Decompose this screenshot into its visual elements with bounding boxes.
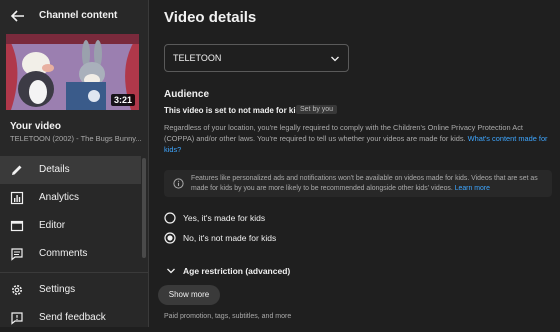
radio-selected-icon[interactable] <box>164 232 176 244</box>
sidebar-divider <box>0 272 148 273</box>
film-icon <box>10 220 24 232</box>
info-icon <box>173 178 184 189</box>
show-more-description: Paid promotion, tags, subtitles, and mor… <box>164 313 292 320</box>
pencil-icon <box>12 165 22 175</box>
radio-label: No, it's not made for kids <box>183 233 277 243</box>
radio-made-for-kids-no[interactable]: No, it's not made for kids <box>164 230 414 246</box>
select-value: TELETOON <box>173 53 222 63</box>
sidebar-item-comments[interactable]: Comments <box>0 240 141 268</box>
radio-label: Yes, it's made for kids <box>183 213 266 223</box>
sidebar-item-label: Details <box>39 164 70 175</box>
back-arrow-icon[interactable] <box>8 6 28 26</box>
playlist-select[interactable]: TELETOON <box>164 44 349 72</box>
sidebar-item-details[interactable]: Details <box>0 156 141 184</box>
set-by-badge: Set by you <box>296 105 338 114</box>
radio-made-for-kids-yes[interactable]: Yes, it's made for kids <box>164 210 414 226</box>
sidebar-item-label: Comments <box>39 248 88 259</box>
gear-icon <box>12 285 22 295</box>
sidebar: Channel content 3:21 Your video TELETOON… <box>0 0 148 327</box>
coppa-description: Regardless of your location, you're lega… <box>164 122 554 155</box>
sidebar-item-settings[interactable]: Settings <box>0 276 141 304</box>
sidebar-item-analytics[interactable]: Analytics <box>0 184 141 212</box>
age-restriction-toggle[interactable]: Age restriction (advanced) <box>164 264 364 278</box>
video-thumbnail[interactable]: 3:21 <box>6 34 139 110</box>
your-video-label: Your video <box>10 121 61 132</box>
radio-unselected-icon[interactable] <box>164 212 176 224</box>
info-notice: Features like personalized ads and notif… <box>164 170 552 197</box>
learn-more-link[interactable]: Learn more <box>455 185 490 192</box>
sidebar-title: Channel content <box>39 10 118 21</box>
show-more-label: Show more <box>168 290 210 299</box>
comment-icon <box>11 248 23 261</box>
sidebar-item-editor[interactable]: Editor <box>0 212 141 240</box>
kids-status-heading: This video is set to not made for kids <box>164 106 305 115</box>
sidebar-header: Channel content <box>0 0 148 32</box>
video-title: TELETOON (2002) - The Bugs Bunny... <box>10 134 142 143</box>
page-title: Video details <box>164 9 257 26</box>
chevron-down-icon <box>331 56 339 62</box>
sidebar-item-label: Settings <box>39 284 76 295</box>
video-duration: 3:21 <box>110 94 135 106</box>
age-restriction-label: Age restriction (advanced) <box>183 266 291 276</box>
sidebar-item-send-feedback[interactable]: Send feedback <box>0 304 141 332</box>
feedback-icon <box>11 312 23 325</box>
sidebar-item-label: Editor <box>39 220 66 231</box>
analytics-icon <box>10 191 24 205</box>
main-panel: Video details TELETOON Audience This vid… <box>149 0 560 327</box>
info-notice-text: Features like personalized ads and notif… <box>191 174 548 194</box>
audience-heading: Audience <box>164 89 210 100</box>
sidebar-item-label: Analytics <box>39 192 80 203</box>
sidebar-item-label: Send feedback <box>39 312 106 323</box>
chevron-down-icon <box>167 268 175 274</box>
sidebar-scrollbar[interactable] <box>142 158 146 258</box>
show-more-button[interactable]: Show more <box>158 285 220 305</box>
